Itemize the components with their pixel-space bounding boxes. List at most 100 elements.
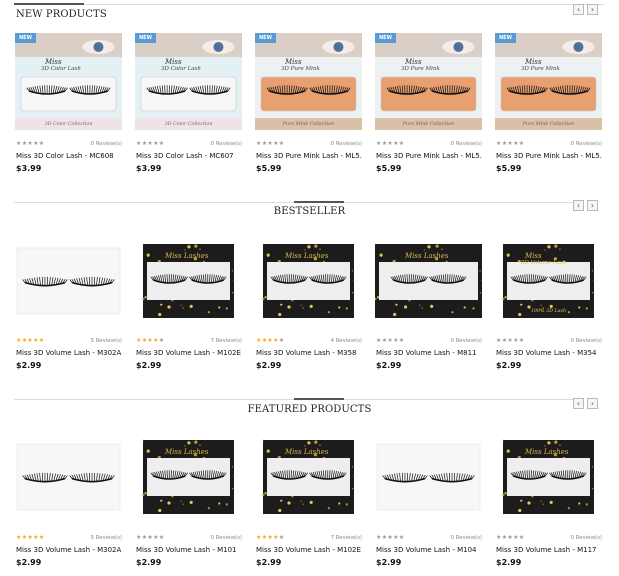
product-card[interactable]: ★★★★★ 0 Review(s) Miss 3D Volume Lash - M1…	[375, 0, 482, 567]
lash-package-illustration	[15, 33, 122, 130]
product-price: $2.99	[496, 361, 522, 370]
rating-row: ★★★★★ 0 Review(s)	[16, 140, 122, 148]
star-rating: ★★★★★	[256, 534, 284, 542]
product-name-link[interactable]: Miss 3D Volume Lash - M302A	[16, 349, 122, 357]
product-price: $2.99	[376, 361, 402, 370]
product-name-link[interactable]: Miss 3D Volume Lash - M102E	[256, 546, 362, 554]
rating-row: ★★★★★ 7 Review(s)	[256, 534, 362, 542]
lash-package-illustration	[375, 436, 482, 518]
review-count-link[interactable]: 0 Review(s)	[211, 535, 242, 541]
product-name-link[interactable]: Miss 3D Pure Mink Lash - ML5...	[376, 152, 482, 160]
package-caption: 3D Color Collection	[44, 122, 93, 127]
star-icon: ★	[38, 337, 45, 344]
product-image[interactable]: Miss Lashes	[255, 240, 362, 322]
rating-row: ★★★★★ 0 Review(s)	[256, 140, 362, 148]
product-price: $2.99	[256, 361, 282, 370]
product-image[interactable]	[375, 436, 482, 518]
product-name-link[interactable]: Miss 3D Volume Lash - M811	[376, 349, 482, 357]
review-count-link[interactable]: 0 Review(s)	[571, 338, 602, 344]
product-price: $3.99	[16, 164, 42, 173]
lash-package-illustration	[375, 33, 482, 130]
product-price: $5.99	[496, 164, 522, 173]
package-line: 3D Pure Mink	[521, 66, 560, 72]
review-count-link[interactable]: 4 Review(s)	[331, 338, 362, 344]
review-count-link[interactable]: 0 Review(s)	[571, 141, 602, 147]
product-name-link[interactable]: Miss 3D Volume Lash - M101	[136, 546, 242, 554]
package-brand: Miss	[405, 58, 422, 66]
review-count-link[interactable]: 0 Review(s)	[91, 141, 122, 147]
new-badge: NEW	[495, 33, 516, 43]
package-line: 3D Pure Mink	[281, 66, 320, 72]
rating-row: ★★★★★ 0 Review(s)	[496, 534, 602, 542]
star-rating: ★★★★★	[376, 140, 404, 148]
product-image[interactable]: Miss 3D Color Lash 3D Color Collection NEW	[135, 33, 242, 130]
product-image[interactable]: Miss 3D Volume Lash 100% 3D Lash	[495, 240, 602, 322]
package-brand: Miss Lashes	[165, 448, 209, 456]
package-line: 3D Pure Mink	[401, 66, 440, 72]
product-image[interactable]	[15, 240, 122, 322]
review-count-link[interactable]: 5 Review(s)	[91, 535, 122, 541]
review-count-link[interactable]: 0 Review(s)	[571, 535, 602, 541]
product-card[interactable]: Miss Lashes ★★★★★ 0 Review(s) Miss 3D Volum…	[135, 0, 242, 567]
review-count-link[interactable]: 0 Review(s)	[211, 141, 242, 147]
product-name-link[interactable]: Miss 3D Color Lash - MC607	[136, 152, 242, 160]
product-card[interactable]: Miss Lashes ★★★★★ 7 Review(s) Miss 3D Volum…	[255, 0, 362, 567]
review-count-link[interactable]: 0 Review(s)	[451, 535, 482, 541]
star-rating: ★★★★★	[16, 534, 44, 542]
product-image[interactable]: Miss 3D Pure Mink Pure Mink Collection NEW	[495, 33, 602, 130]
review-count-link[interactable]: 7 Review(s)	[331, 535, 362, 541]
star-rating: ★★★★★	[136, 337, 164, 345]
star-icon: ★	[398, 534, 405, 541]
star-rating: ★★★★★	[496, 337, 524, 345]
product-name-link[interactable]: Miss 3D Volume Lash - M117	[496, 546, 602, 554]
next-arrow-icon[interactable]: ›	[587, 398, 598, 409]
review-count-link[interactable]: 7 Review(s)	[211, 338, 242, 344]
star-icon: ★	[518, 140, 525, 147]
product-price: $3.99	[136, 164, 162, 173]
prev-arrow-icon[interactable]: ‹	[573, 398, 584, 409]
lash-package-illustration	[255, 33, 362, 130]
product-name-link[interactable]: Miss 3D Volume Lash - M102E	[136, 349, 242, 357]
lash-package-illustration	[15, 240, 122, 322]
product-image[interactable]: Miss Lashes	[135, 240, 242, 322]
package-brand: Miss Lashes	[285, 448, 329, 456]
product-image[interactable]: Miss Lashes	[375, 240, 482, 322]
package-brand: Miss Lashes	[285, 252, 329, 260]
product-card[interactable]: ★★★★★ 5 Review(s) Miss 3D Volume Lash - M3…	[15, 0, 122, 567]
rating-row: ★★★★★ 0 Review(s)	[496, 337, 602, 345]
product-name-link[interactable]: Miss 3D Volume Lash - M302A	[16, 546, 122, 554]
package-brand: Miss	[285, 58, 302, 66]
product-name-link[interactable]: Miss 3D Color Lash - MC608	[16, 152, 122, 160]
rating-row: ★★★★★ 7 Review(s)	[136, 337, 242, 345]
product-price: $2.99	[136, 558, 162, 567]
product-image[interactable]: Miss Lashes	[135, 436, 242, 518]
package-brand: Miss Lashes	[165, 252, 209, 260]
package-brand: Miss	[45, 58, 62, 66]
star-rating: ★★★★★	[256, 337, 284, 345]
star-icon: ★	[158, 337, 165, 344]
product-name-link[interactable]: Miss 3D Pure Mink Lash - ML5...	[256, 152, 362, 160]
product-name-link[interactable]: Miss 3D Pure Mink Lash - ML5...	[496, 152, 602, 160]
product-name-link[interactable]: Miss 3D Volume Lash - M358	[256, 349, 362, 357]
product-price: $2.99	[496, 558, 522, 567]
review-count-link[interactable]: 0 Review(s)	[331, 141, 362, 147]
product-image[interactable]: Miss Lashes	[495, 436, 602, 518]
review-count-link[interactable]: 0 Review(s)	[451, 338, 482, 344]
star-icon: ★	[398, 337, 405, 344]
review-count-link[interactable]: 0 Review(s)	[451, 141, 482, 147]
product-image[interactable]: Miss 3D Pure Mink Pure Mink Collection NEW	[255, 33, 362, 130]
product-price: $2.99	[16, 361, 42, 370]
product-name-link[interactable]: Miss 3D Volume Lash - M354	[496, 349, 602, 357]
product-image[interactable]: Miss Lashes	[255, 436, 362, 518]
package-brand: Miss Lashes	[405, 252, 449, 260]
product-image[interactable]	[15, 436, 122, 518]
star-rating: ★★★★★	[136, 140, 164, 148]
review-count-link[interactable]: 5 Review(s)	[91, 338, 122, 344]
star-icon: ★	[398, 140, 405, 147]
product-image[interactable]: Miss 3D Color Lash 3D Color Collection NEW	[15, 33, 122, 130]
rating-row: ★★★★★ 5 Review(s)	[16, 534, 122, 542]
product-image[interactable]: Miss 3D Pure Mink Pure Mink Collection NEW	[375, 33, 482, 130]
product-name-link[interactable]: Miss 3D Volume Lash - M104	[376, 546, 482, 554]
product-card[interactable]: Miss Lashes ★★★★★ 0 Review(s) Miss 3D Volum…	[495, 0, 602, 567]
new-badge: NEW	[375, 33, 396, 43]
